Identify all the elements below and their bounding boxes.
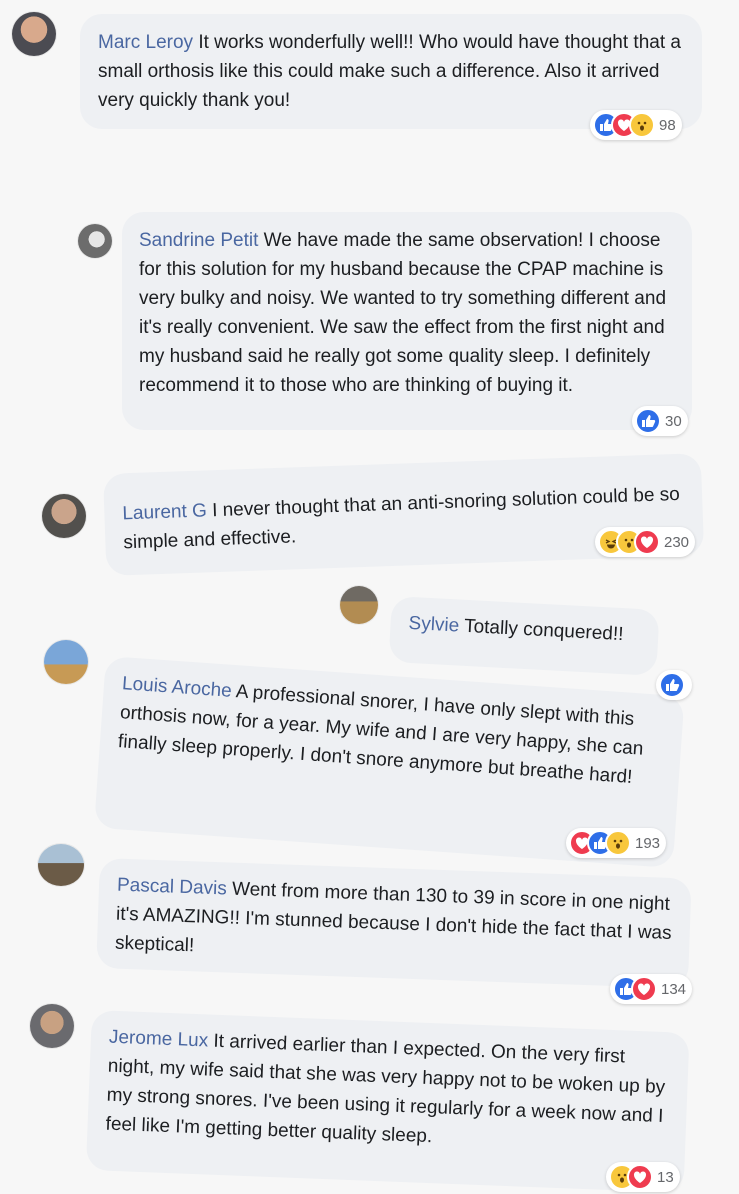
comment-text: Totally conquered!!	[463, 615, 624, 646]
avatar[interactable]	[42, 494, 86, 538]
comment-author[interactable]: Sandrine Petit	[139, 230, 258, 251]
reaction-summary[interactable]: 98	[590, 110, 682, 140]
heart-icon	[631, 976, 657, 1002]
comment-bubble: Pascal Davis Went from more than 130 to …	[96, 858, 692, 989]
reaction-count: 230	[664, 533, 690, 551]
comment-bubble: Sylvie Totally conquered!!	[388, 596, 660, 676]
comment-bubble: Laurent G I never thought that an anti-s…	[103, 453, 705, 576]
avatar[interactable]	[38, 844, 84, 886]
reaction-summary[interactable]: 30	[632, 406, 688, 436]
avatar[interactable]	[78, 224, 112, 258]
avatar[interactable]	[30, 1004, 74, 1048]
reaction-count: 98	[659, 116, 676, 134]
comment-bubble: Jerome Lux It arrived earlier than I exp…	[85, 1010, 690, 1193]
reaction-summary[interactable]: 193	[566, 828, 667, 858]
comment-author[interactable]: Louis Aroche	[121, 673, 232, 702]
comment-author[interactable]: Pascal Davis	[117, 875, 227, 900]
comment-author[interactable]: Sylvie	[408, 613, 460, 637]
avatar[interactable]	[12, 12, 56, 56]
reaction-summary[interactable]: 230	[595, 527, 696, 557]
reaction-summary[interactable]: 134	[610, 974, 693, 1004]
reaction-count: 193	[635, 834, 661, 852]
surprised-face-icon	[629, 112, 655, 138]
reaction-count: 30	[665, 412, 682, 430]
comment-author[interactable]: Marc Leroy	[98, 32, 193, 53]
reaction-summary[interactable]	[656, 670, 692, 700]
avatar[interactable]	[340, 586, 378, 624]
reaction-count: 13	[657, 1168, 674, 1186]
reaction-count: 134	[661, 980, 687, 998]
comment-author[interactable]: Laurent G	[122, 500, 207, 524]
heart-icon	[627, 1164, 653, 1190]
heart-icon	[634, 529, 660, 555]
thumbs-up-icon	[659, 672, 685, 698]
comment-bubble: Sandrine Petit We have made the same obs…	[122, 212, 692, 430]
comment-text: We have made the same observation! I cho…	[139, 230, 667, 396]
comment-author[interactable]: Jerome Lux	[109, 1027, 209, 1052]
avatar[interactable]	[44, 640, 88, 684]
thumbs-up-icon	[635, 408, 661, 434]
reaction-summary[interactable]: 13	[606, 1162, 680, 1192]
surprised-face-icon	[605, 830, 631, 856]
